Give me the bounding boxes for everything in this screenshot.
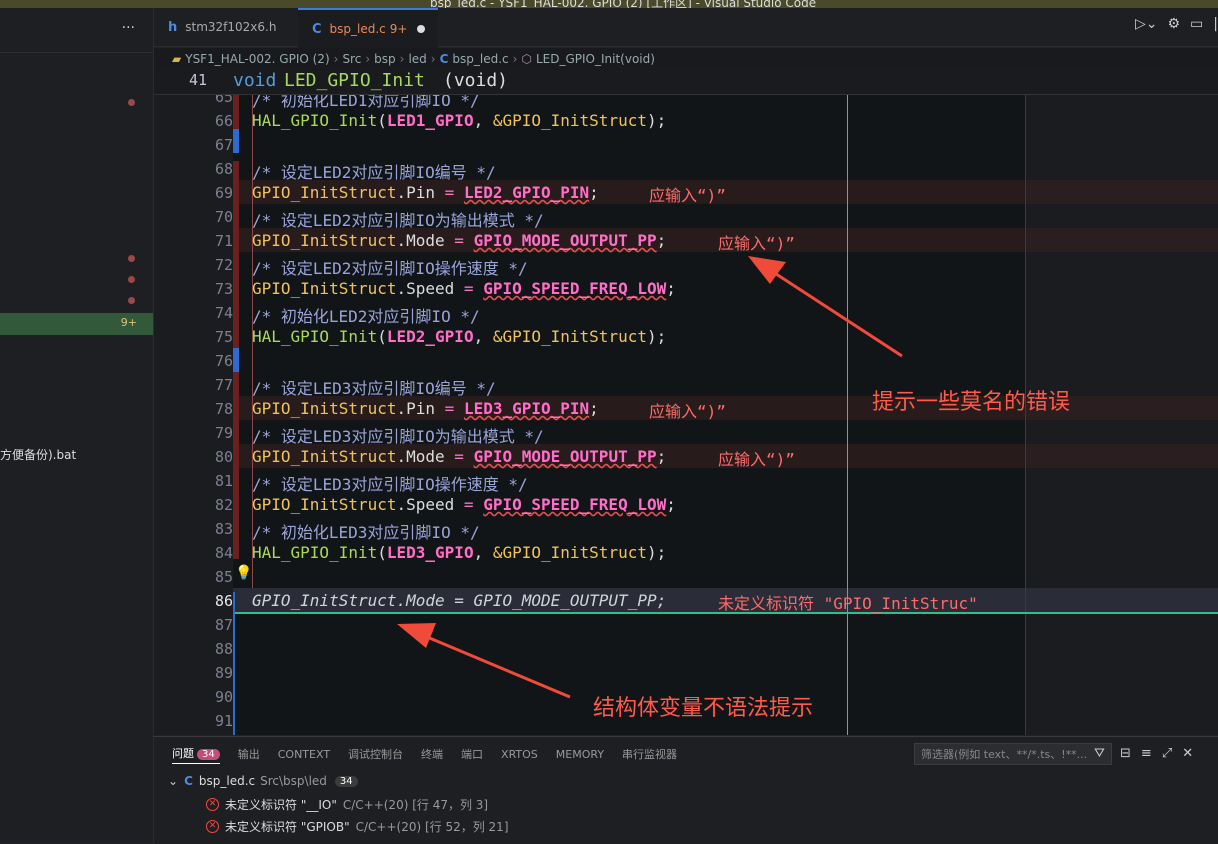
tab-terminal[interactable]: 终端 [421,746,443,762]
tab-xrtos[interactable]: XRTOS [501,748,538,761]
bottom-panel: 问题 34 输出 CONTEXT 调试控制台 终端 端口 XRTOS MEMORY… [154,736,1218,844]
c-file-icon: C [184,774,193,788]
tab-output[interactable]: 输出 [238,746,260,762]
close-icon[interactable]: ✕ [1182,746,1193,761]
problem-source: C/C++(20) [行 47，列 3] [342,798,489,812]
problem-file-row[interactable]: ⌄ C bsp_led.c Src\bsp\led 34 [168,774,358,788]
tab-serial-monitor[interactable]: 串行监视器 [622,746,677,762]
problem-source: C/C++(20) [行 52，列 21] [355,820,509,834]
tab-label: 问题 [172,746,194,760]
tab-problems[interactable]: 问题 34 [172,745,220,764]
filter-icon[interactable]: ⛛ [1094,746,1105,761]
view-as-list-icon[interactable]: ≡ [1141,746,1152,761]
maximize-panel-icon[interactable]: ⤢ [1162,746,1172,761]
problem-item[interactable]: ✕ 未定义标识符 "__IO" C/C++(20) [行 47，列 3] [206,796,488,813]
problem-message: 未定义标识符 "GPIOB" [225,820,350,834]
tab-ports[interactable]: 端口 [461,746,483,762]
annotation-text: 提示一些莫名的错误 [872,390,1071,415]
error-icon: ✕ [206,820,219,833]
problem-message: 未定义标识符 "__IO" [225,798,337,812]
annotation-text: 结构体变量不语法提示 [593,696,814,721]
arrow-icon [748,256,903,358]
panel-tabs: 问题 34 输出 CONTEXT 调试控制台 终端 端口 XRTOS MEMORY… [154,737,677,771]
chevron-down-icon: ⌄ [168,774,179,788]
problem-count-badge: 34 [197,748,220,760]
tab-context[interactable]: CONTEXT [278,748,330,761]
tab-memory[interactable]: MEMORY [556,748,604,761]
arrow-icon [397,623,571,699]
problem-item[interactable]: ✕ 未定义标识符 "GPIOB" C/C++(20) [行 52，列 21] [206,818,509,835]
tab-debug-console[interactable]: 调试控制台 [348,746,403,762]
problem-file-path: Src\bsp\led [260,774,327,788]
filter-input[interactable]: 筛选器(例如 text、**/*.ts、!**... [914,743,1112,765]
problem-file-name: bsp_led.c [198,774,256,788]
collapse-all-icon[interactable]: ⊟ [1120,746,1131,761]
error-icon: ✕ [206,798,219,811]
panel-actions: ⊟ ≡ ⤢ ✕ [1120,746,1193,761]
problem-file-count: 34 [334,775,358,787]
